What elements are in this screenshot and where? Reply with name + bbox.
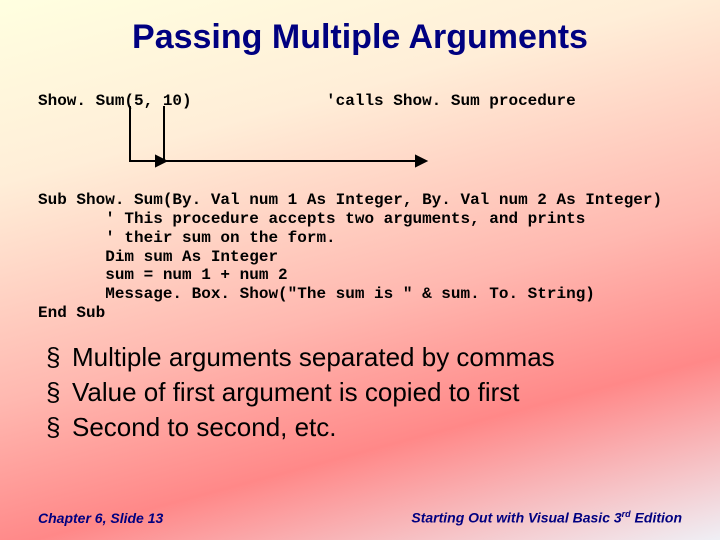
code-line-3: ' their sum on the form.	[38, 229, 336, 247]
slide: Passing Multiple Arguments Show. Sum(5, …	[0, 0, 720, 540]
bullet-item-3: Second to second, etc.	[46, 410, 555, 445]
code-line-2: ' This procedure accepts two arguments, …	[38, 210, 585, 228]
slide-title: Passing Multiple Arguments	[0, 18, 720, 57]
bullet-item-2: Value of first argument is copied to fir…	[46, 375, 555, 410]
footer-left: Chapter 6, Slide 13	[38, 510, 163, 526]
code-block: Sub Show. Sum(By. Val num 1 As Integer, …	[38, 172, 662, 323]
code-line-6: Message. Box. Show("The sum is " & sum. …	[38, 285, 595, 303]
arrow-second-arg	[158, 106, 438, 176]
code-line-4: Dim sum As Integer	[38, 248, 278, 266]
footer-right: Starting Out with Visual Basic 3rd Editi…	[411, 509, 682, 526]
footer-right-post: Edition	[631, 510, 682, 526]
bullet-list: Multiple arguments separated by commas V…	[46, 340, 555, 445]
code-line-7: End Sub	[38, 304, 105, 322]
footer-right-pre: Starting Out with Visual Basic 3	[411, 510, 621, 526]
code-line-5: sum = num 1 + num 2	[38, 266, 288, 284]
footer-right-sup: rd	[622, 509, 631, 519]
bullet-item-1: Multiple arguments separated by commas	[46, 340, 555, 375]
code-line-1: Sub Show. Sum(By. Val num 1 As Integer, …	[38, 191, 662, 209]
